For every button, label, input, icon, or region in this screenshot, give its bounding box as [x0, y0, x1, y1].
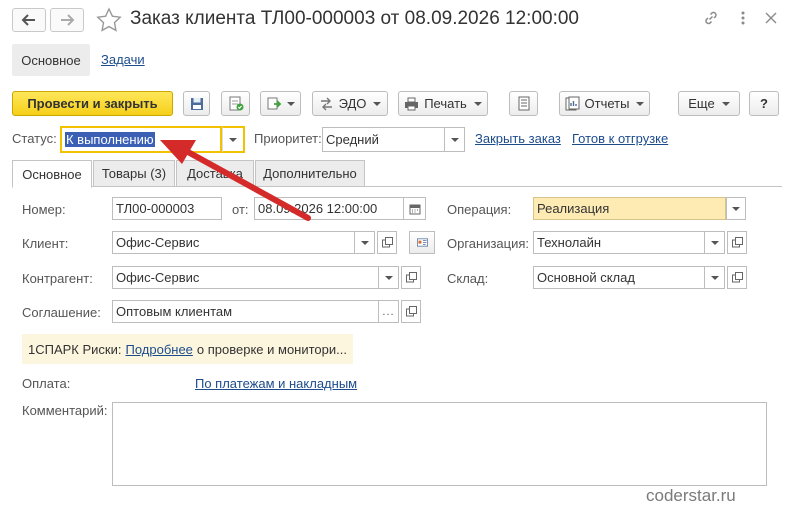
annotation-arrow [160, 140, 311, 221]
watermark: coderstar.ru [646, 486, 736, 505]
